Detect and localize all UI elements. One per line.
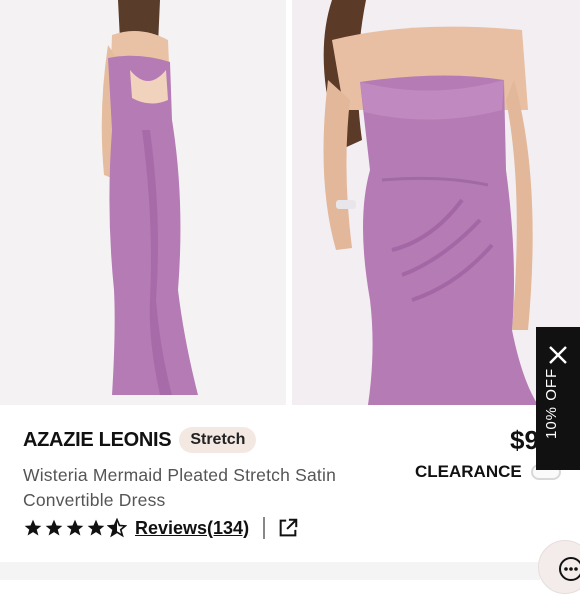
stretch-badge: Stretch: [179, 427, 257, 453]
star-icon: [87, 519, 105, 536]
star-rating: [23, 518, 128, 538]
star-icon: [45, 519, 63, 536]
promo-label[interactable]: 10% OFF: [543, 329, 560, 439]
brand-row: AZAZIE LEONIS Stretch: [23, 427, 257, 453]
star-icon: [66, 519, 84, 536]
chat-icon: [559, 557, 580, 581]
chat-button[interactable]: [538, 540, 580, 594]
reviews-link[interactable]: Reviews(134): [135, 518, 249, 539]
half-star-icon: [107, 518, 127, 538]
product-image-back[interactable]: [0, 0, 286, 405]
bottom-bar: [0, 562, 540, 580]
clearance-label: CLEARANCE: [415, 462, 522, 481]
divider: [263, 517, 266, 539]
brand-name[interactable]: AZAZIE LEONIS: [23, 429, 172, 452]
product-info: AZAZIE LEONIS Stretch Wisteria Mermaid P…: [0, 405, 580, 580]
product-gallery: [0, 0, 580, 405]
star-icon: [24, 519, 42, 536]
rating-row: Reviews(134): [23, 517, 299, 539]
promo-tab[interactable]: 10% OFF: [536, 327, 580, 470]
external-link-icon[interactable]: [277, 517, 299, 539]
price: $9: [510, 425, 539, 455]
dress-back-illustration: [0, 0, 286, 405]
product-title: Wisteria Mermaid Pleated Stretch Satin C…: [23, 465, 336, 510]
